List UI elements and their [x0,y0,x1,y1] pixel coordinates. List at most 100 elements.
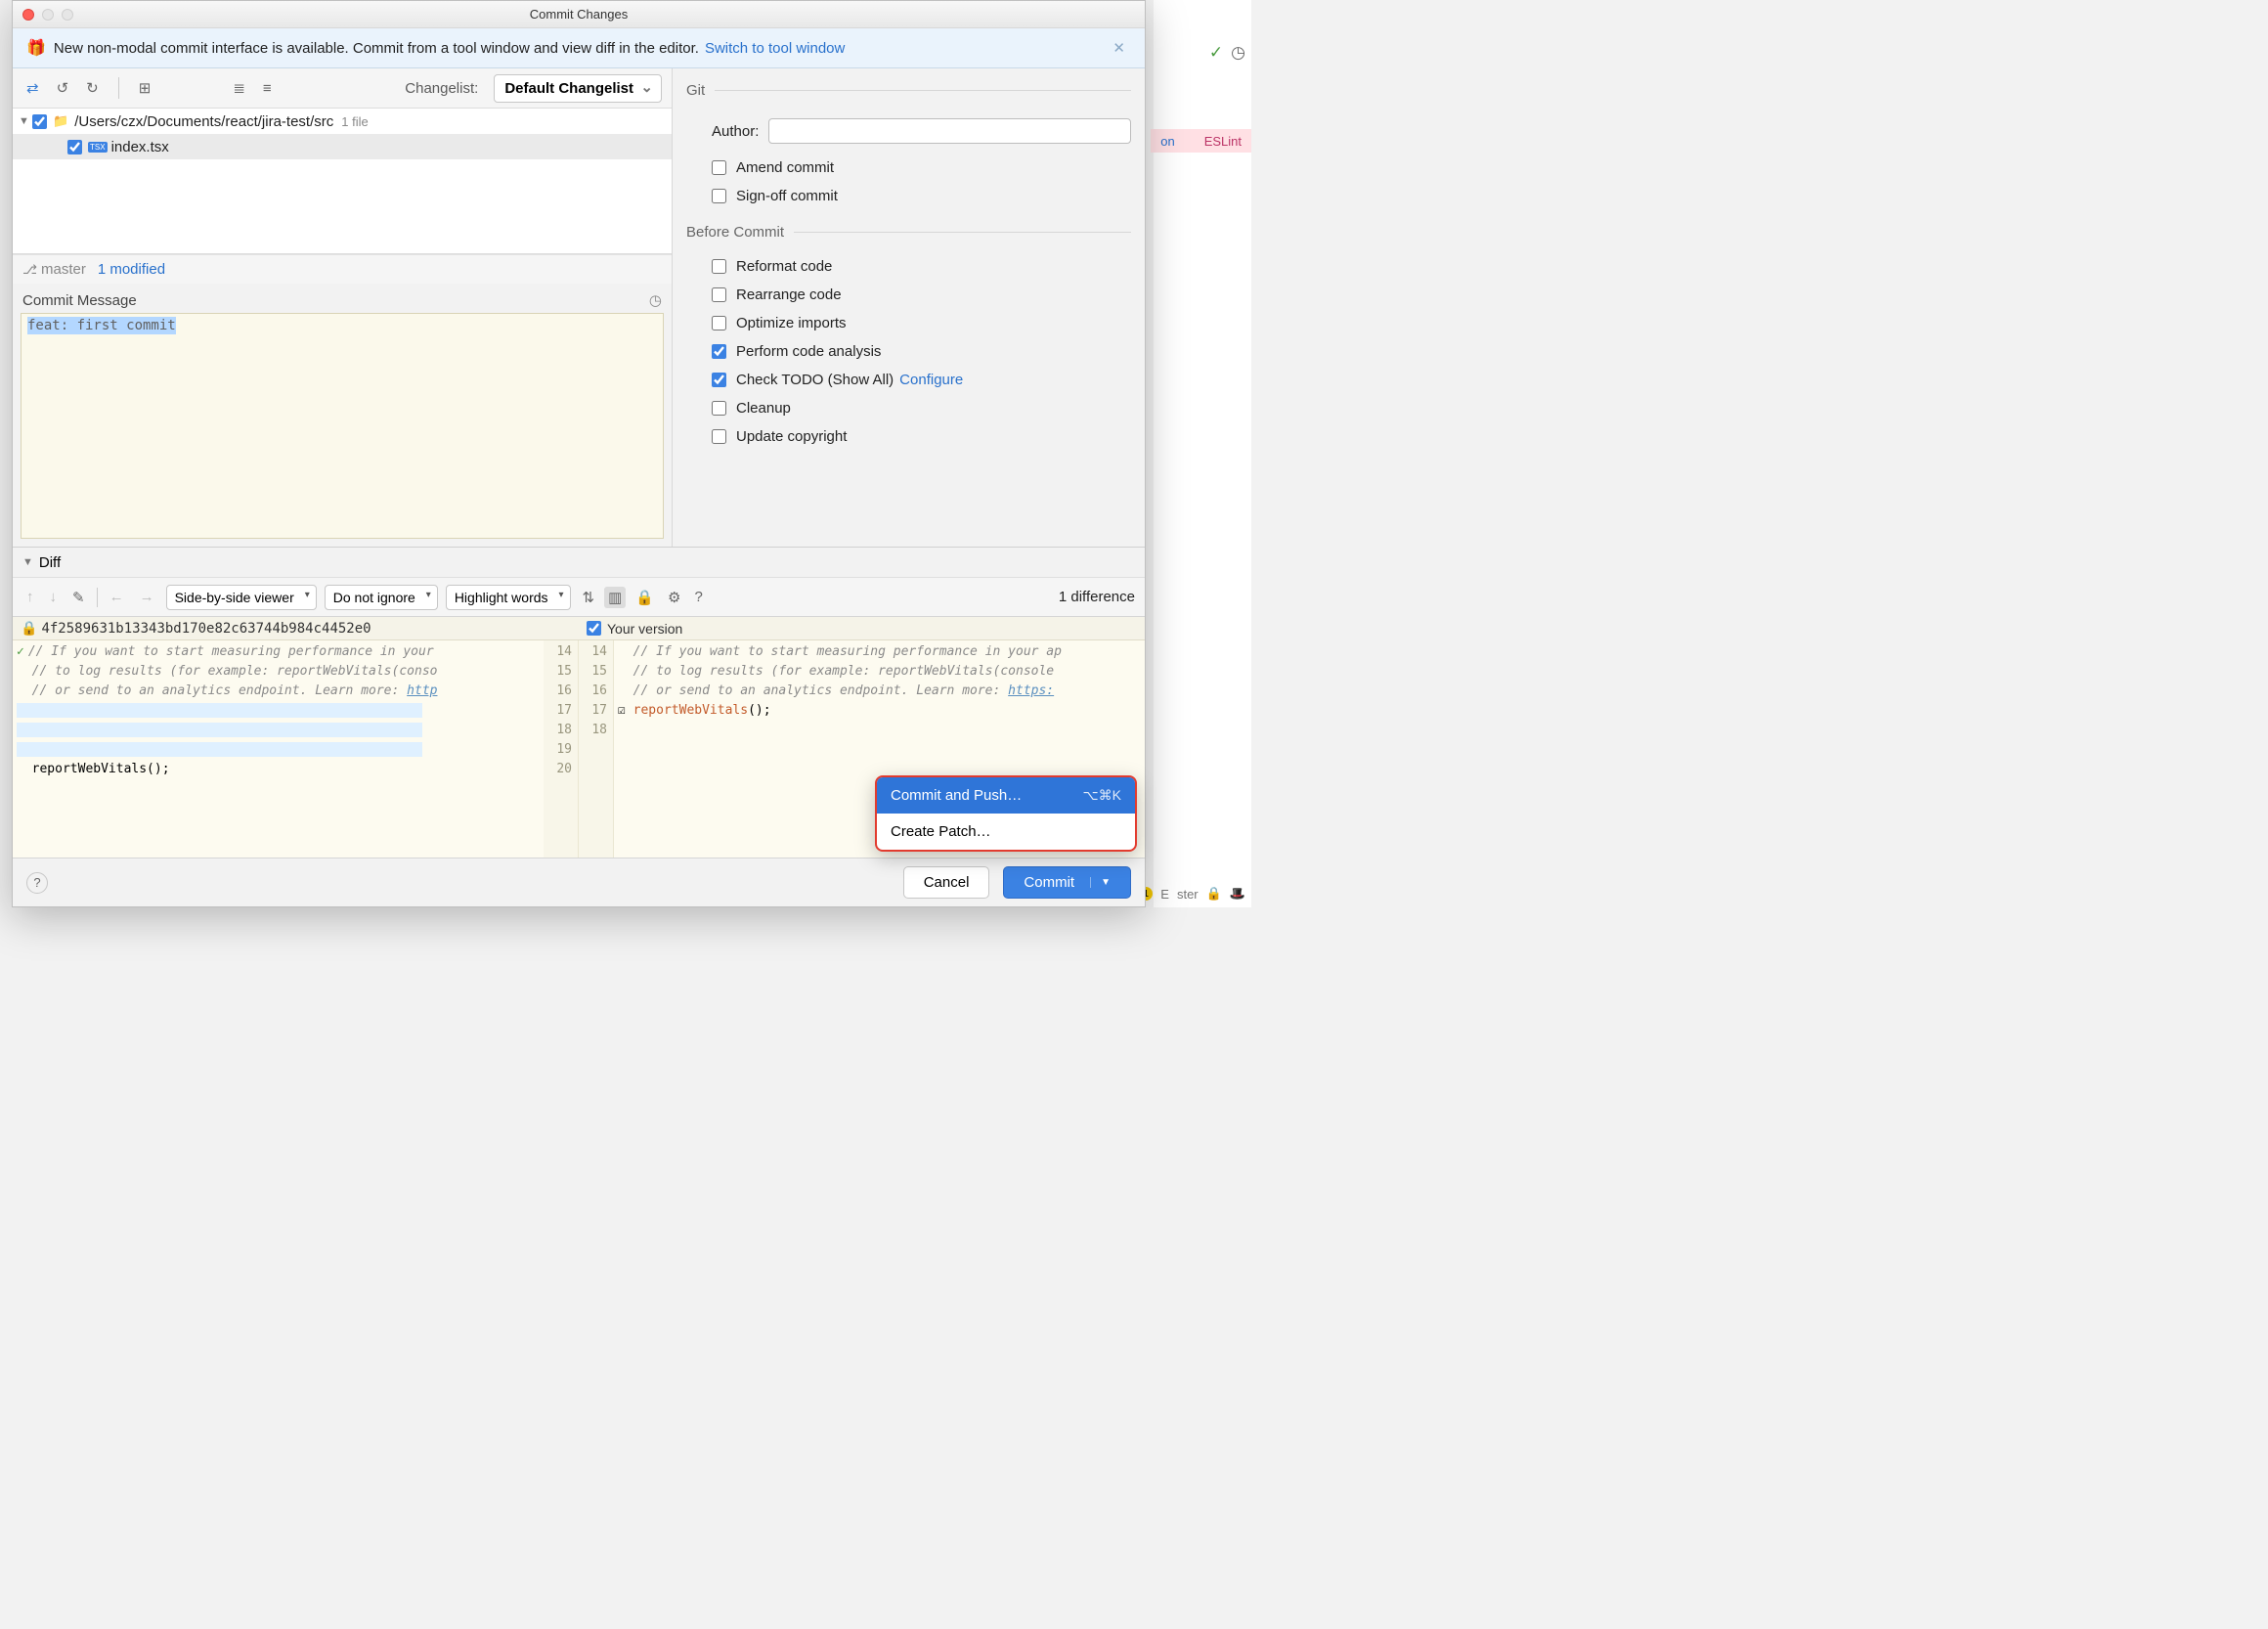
reformat-label: Reformat code [736,258,832,275]
next-diff-icon[interactable]: ↓ [46,587,62,607]
check-icon: ✓ [1209,43,1223,63]
todo-checkbox[interactable] [712,373,726,387]
changes-tree[interactable]: ▼ 📁 /Users/czx/Documents/react/jira-test… [13,108,672,254]
cleanup-checkbox[interactable] [712,401,726,416]
refresh-arrows-icon[interactable]: ⇄ [22,77,43,99]
left-revision-hash: 4f2589631b13343bd170e82c63744b984c4452e0 [41,621,371,637]
cleanup-label: Cleanup [736,400,791,417]
author-label: Author: [712,123,759,140]
clock-icon: ◷ [1231,43,1245,63]
signoff-checkbox[interactable] [712,189,726,203]
copyright-label: Update copyright [736,428,847,445]
before-commit-section-label: Before Commit [686,224,784,241]
reformat-checkbox[interactable] [712,259,726,274]
bg-eslint-tab: on ESLint [1151,129,1251,153]
configure-link[interactable]: Configure [899,372,963,388]
analysis-label: Perform code analysis [736,343,881,360]
commit-message-label: Commit Message [22,292,137,309]
banner-text: New non-modal commit interface is availa… [54,40,699,57]
redo-icon[interactable]: ↻ [82,77,103,99]
settings-icon[interactable]: ⚙ [664,587,684,608]
right-revision-label: Your version [607,621,682,637]
back-icon[interactable]: ← [106,587,128,607]
diff-toolbar: ↑ ↓ ✎ ← → Side-by-side viewer Do not ign… [13,577,1145,616]
diff-left-pane: 🔒 4f2589631b13343bd170e82c63744b984c4452… [13,617,579,858]
commit-and-push-item[interactable]: Commit and Push… ⌥⌘K [877,777,1135,814]
branch-name: master [41,261,86,278]
author-input[interactable] [768,118,1131,144]
create-patch-item[interactable]: Create Patch… [877,814,1135,850]
optimize-label: Optimize imports [736,315,847,331]
signoff-label: Sign-off commit [736,188,838,204]
highlight-select[interactable]: Highlight words [446,585,571,610]
commit-message-text: feat: first commit [27,317,176,334]
rearrange-checkbox[interactable] [712,287,726,302]
commit-split-menu: Commit and Push… ⌥⌘K Create Patch… [875,775,1137,852]
sync-scroll-icon[interactable]: ▥ [604,587,626,608]
cancel-button[interactable]: Cancel [903,866,990,899]
expand-icon[interactable]: ≣ [229,77,249,99]
check-icon: ✓ [17,644,24,659]
diff-header[interactable]: ▼ Diff [13,548,1145,577]
file-name: index.tsx [111,139,169,155]
chevron-down-icon[interactable]: ▼ [19,115,32,127]
copyright-checkbox[interactable] [712,429,726,444]
optimize-checkbox[interactable] [712,316,726,330]
commit-message-input[interactable]: feat: first commit [21,313,664,539]
todo-label: Check TODO (Show All) [736,372,894,388]
right-line-numbers: 1415161718 [579,640,614,858]
amend-checkbox[interactable] [712,160,726,175]
gift-icon: 🎁 [26,38,46,58]
history-icon[interactable]: ◷ [649,291,662,309]
root-path: /Users/czx/Documents/react/jira-test/src [74,113,333,130]
file-count: 1 file [341,114,368,129]
amend-label: Amend commit [736,159,834,176]
branch-bar: ⎇ master 1 modified [13,254,672,284]
edit-icon[interactable]: ✎ [68,587,89,608]
collapse-icon[interactable]: ≡ [259,78,276,99]
collapse-unchanged-icon[interactable]: ⇅ [579,587,599,608]
changelist-select[interactable]: Default Changelist [494,74,662,103]
prev-diff-icon[interactable]: ↑ [22,587,38,607]
tsx-file-icon: TSX [88,142,108,153]
diff-label: Diff [39,554,61,571]
info-banner: 🎁 New non-modal commit interface is avai… [13,28,1145,68]
file-checkbox[interactable] [67,140,82,154]
shortcut-label: ⌥⌘K [1083,787,1121,804]
chevron-down-icon[interactable]: ▼ [1090,877,1111,888]
tree-file-row[interactable]: TSX index.tsx [13,134,672,159]
modified-link[interactable]: 1 modified [98,261,165,278]
git-section-label: Git [686,82,705,99]
root-checkbox[interactable] [32,114,47,129]
hat-icon: 🎩 [1230,886,1245,902]
group-icon[interactable]: ⊞ [135,77,155,99]
close-banner-icon[interactable]: ✕ [1107,39,1131,57]
bg-status-icons: ✓ ◷ [1209,43,1245,63]
switch-tool-window-link[interactable]: Switch to tool window [705,40,845,57]
help-icon[interactable]: ? [690,587,706,608]
undo-icon[interactable]: ↺ [53,77,73,99]
commit-dialog: Commit Changes 🎁 New non-modal commit in… [12,0,1146,907]
viewer-select[interactable]: Side-by-side viewer [166,585,317,610]
dialog-footer: ? Cancel Commit ▼ [13,858,1145,906]
lock-icon: 🔒 [1206,886,1222,902]
forward-icon[interactable]: → [136,587,158,607]
lock-icon[interactable]: 🔒 [632,587,658,608]
tree-root-row[interactable]: ▼ 📁 /Users/czx/Documents/react/jira-test… [13,109,672,134]
your-version-checkbox[interactable] [587,621,601,636]
left-code: ✓// If you want to start measuring perfo… [13,640,544,858]
analysis-checkbox[interactable] [712,344,726,359]
changes-toolbar: ⇄ ↺ ↻ ⊞ ≣ ≡ Changelist: Default Changeli… [13,68,672,108]
branch-icon: ⎇ [22,262,37,278]
commit-button[interactable]: Commit ▼ [1003,866,1131,899]
bg-statusbar: 1 E ster 🔒 🎩 [1139,886,1245,902]
folder-icon: 📁 [53,113,68,129]
changelist-label: Changelist: [405,80,478,97]
rearrange-label: Rearrange code [736,286,842,303]
left-line-numbers: 14151617181920 [544,640,579,858]
diff-count: 1 difference [1059,589,1135,605]
titlebar: Commit Changes [13,1,1145,28]
help-button[interactable]: ? [26,872,48,894]
chevron-down-icon: ▼ [22,556,33,568]
ignore-select[interactable]: Do not ignore [325,585,438,610]
